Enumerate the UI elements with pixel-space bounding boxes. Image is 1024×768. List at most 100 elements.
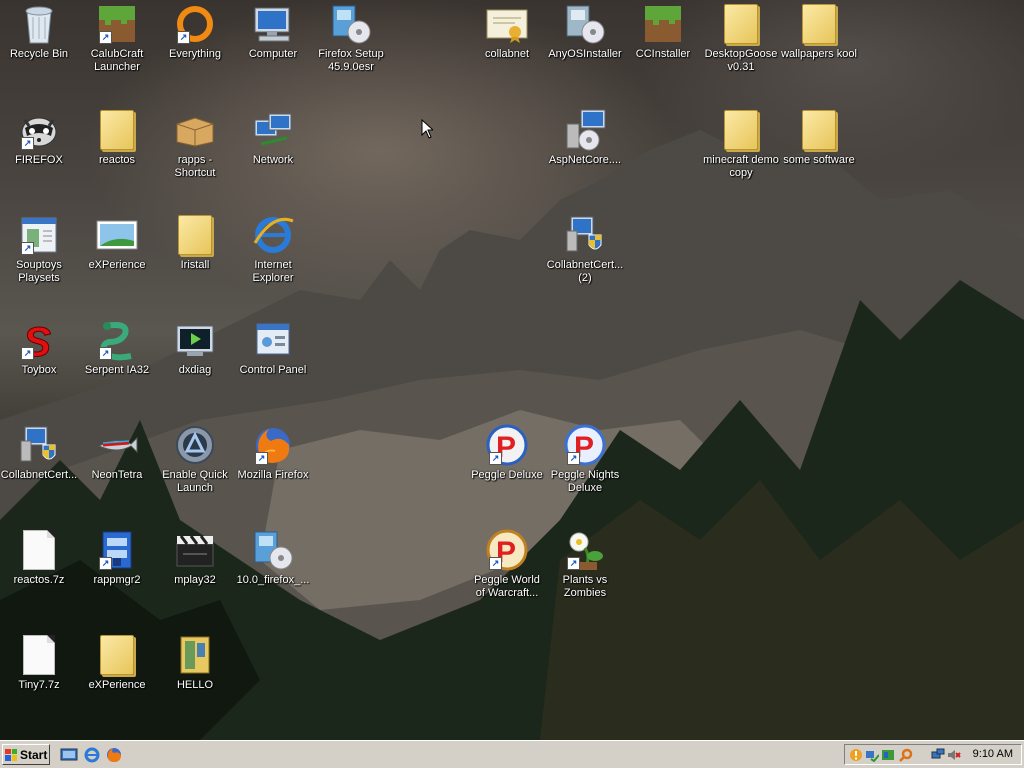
desktop-icon-computer[interactable]: Computer: [234, 2, 312, 61]
desktop-icon-mozilla-firefox[interactable]: ↗ Mozilla Firefox: [234, 423, 312, 482]
control-panel-icon: [251, 318, 295, 362]
desktop-icon-firefox-installer[interactable]: 10.0_firefox_...: [234, 528, 312, 587]
shortcut-arrow-icon: ↗: [177, 31, 190, 44]
installer-icon: [329, 2, 373, 46]
shortcut-arrow-icon: ↗: [489, 557, 502, 570]
grass-block-icon: ↗: [95, 2, 139, 46]
windows-logo-icon: [5, 748, 17, 761]
desktop-icon-reactos-folder[interactable]: reactos: [78, 108, 156, 167]
shortcut-arrow-icon: ↗: [99, 557, 112, 570]
folder-icon: [797, 108, 841, 152]
shortcut-arrow-icon: ↗: [21, 137, 34, 150]
app-window-icon: ↗: [17, 213, 61, 257]
show-desktop-icon[interactable]: [60, 746, 78, 764]
landscape-picture-icon: [95, 213, 139, 257]
desktop-icon-ccinstaller[interactable]: CCInstaller: [624, 2, 702, 61]
desktop-icon-rappmgr2[interactable]: ↗ rappmgr2: [78, 528, 156, 587]
shortcut-arrow-icon: ↗: [21, 347, 34, 360]
package-box-icon: [173, 108, 217, 152]
firefox-icon[interactable]: [105, 746, 123, 764]
desktop-icon-reactos-7z[interactable]: reactos.7z: [0, 528, 78, 587]
folder-icon: [797, 2, 841, 46]
shortcut-arrow-icon: ↗: [99, 347, 112, 360]
system-tray: 9:10 AM: [844, 744, 1022, 765]
desktop-icon-control-panel[interactable]: Control Panel: [234, 318, 312, 377]
desktop-icon-plants-vs-zombies[interactable]: ↗ Plants vs Zombies: [546, 528, 624, 600]
taskbar: Start 9:10 AM: [0, 740, 1024, 768]
shield-computer-icon: [17, 423, 61, 467]
rapps-manager-icon: ↗: [95, 528, 139, 572]
folder-icon: [95, 633, 139, 677]
desktop-icon-souptoys-playsets[interactable]: ↗ Souptoys Playsets: [0, 213, 78, 285]
desktop-icon-anyosinstaller[interactable]: AnyOSInstaller: [546, 2, 624, 61]
desktop-icon-iristall[interactable]: Iristall: [156, 213, 234, 272]
folder-icon: [719, 108, 763, 152]
start-label: Start: [20, 747, 48, 762]
desktop-icon-desktopgoose[interactable]: DesktopGoose v0.31: [702, 2, 780, 74]
peggle-icon: P ↗: [485, 528, 529, 572]
file-icon: [17, 633, 61, 677]
desktop-icon-experience-picture[interactable]: eXPerience: [78, 213, 156, 272]
shortcut-arrow-icon: ↗: [21, 242, 34, 255]
desktop-icon-tiny7-7z[interactable]: Tiny7.7z: [0, 633, 78, 692]
grass-block-icon: [641, 2, 685, 46]
clapperboard-icon: [173, 528, 217, 572]
desktop-icon-experience-folder[interactable]: eXPerience: [78, 633, 156, 692]
dxdiag-icon: [173, 318, 217, 362]
book-icon: [173, 633, 217, 677]
computer-icon: [251, 2, 295, 46]
recycle-bin-icon: [17, 2, 61, 46]
desktop-icon-peggle-deluxe[interactable]: P ↗ Peggle Deluxe: [468, 423, 546, 482]
clock[interactable]: 9:10 AM: [973, 748, 1013, 760]
installer-icon: [563, 2, 607, 46]
internet-explorer-icon[interactable]: [83, 746, 101, 764]
desktop-icon-dxdiag[interactable]: dxdiag: [156, 318, 234, 377]
desktop-icon-collabnetcert-2[interactable]: CollabnetCert... (2): [546, 213, 624, 285]
desktop-icon-firefox-raccoon[interactable]: ↗ FIREFOX: [0, 108, 78, 167]
desktop-icon-collabnetcert[interactable]: CollabnetCert...: [0, 423, 78, 482]
desktop-icon-aspnetcore[interactable]: AspNetCore....: [546, 108, 624, 167]
shortcut-arrow-icon: ↗: [567, 557, 580, 570]
desktop-icon-some-software[interactable]: some software: [780, 108, 858, 167]
desktop-icon-enable-quick-launch[interactable]: Enable Quick Launch: [156, 423, 234, 495]
desktop-icon-calubcraft-launcher[interactable]: ↗ CalubCraft Launcher: [78, 2, 156, 74]
shortcut-arrow-icon: ↗: [567, 452, 580, 465]
security-icon[interactable]: [881, 748, 895, 762]
neon-tetra-icon: [95, 423, 139, 467]
file-icon: [17, 528, 61, 572]
desktop-icon-everything[interactable]: ↗ Everything: [156, 2, 234, 61]
desktop-icon-network[interactable]: Network: [234, 108, 312, 167]
flower-icon: ↗: [563, 528, 607, 572]
desktop-icon-peggle-world-of-warcraft[interactable]: P ↗ Peggle World of Warcraft...: [468, 528, 546, 600]
network-icon: [251, 108, 295, 152]
search-icon[interactable]: [899, 748, 913, 762]
shortcut-arrow-icon: ↗: [489, 452, 502, 465]
desktop-icon-serpent-ia32[interactable]: ↗ Serpent IA32: [78, 318, 156, 377]
shortcut-arrow-icon: ↗: [255, 452, 268, 465]
desktop-icon-minecraft-demo-copy[interactable]: minecraft demo copy: [702, 108, 780, 180]
certificate-icon: [485, 2, 529, 46]
desktop-icon-hello[interactable]: HELLO: [156, 633, 234, 692]
desktop-icon-mplay32[interactable]: mplay32: [156, 528, 234, 587]
folder-icon: [95, 108, 139, 152]
desktop-icon-peggle-nights-deluxe[interactable]: P ↗ Peggle Nights Deluxe: [546, 423, 624, 495]
network-computer-icon[interactable]: [931, 748, 945, 762]
volume-muted-icon[interactable]: [947, 748, 961, 762]
firefox-icon: ↗: [251, 423, 295, 467]
desktop-icon-rapps-shortcut[interactable]: rapps - Shortcut: [156, 108, 234, 180]
serpent-icon: ↗: [95, 318, 139, 362]
desktop-icon-collabnet[interactable]: collabnet: [468, 2, 546, 61]
raccoon-icon: ↗: [17, 108, 61, 152]
desktop-icon-recycle-bin[interactable]: Recycle Bin: [0, 2, 78, 61]
desktop-icon-internet-explorer[interactable]: Internet Explorer: [234, 213, 312, 285]
desktop-icon-wallpapers-kool[interactable]: wallpapers kool: [780, 2, 858, 61]
desktop-icon-toybox[interactable]: S ↗ Toybox: [0, 318, 78, 377]
start-button[interactable]: Start: [2, 744, 50, 765]
peggle-icon: P ↗: [485, 423, 529, 467]
desktop-icon-firefox-setup[interactable]: Firefox Setup 45.9.0esr: [312, 2, 390, 74]
peggle-icon: P ↗: [563, 423, 607, 467]
shield-computer-icon: [563, 213, 607, 257]
warning-icon[interactable]: [849, 748, 863, 762]
network-status-icon[interactable]: [865, 748, 879, 762]
desktop-icon-neontetra[interactable]: NeonTetra: [78, 423, 156, 482]
